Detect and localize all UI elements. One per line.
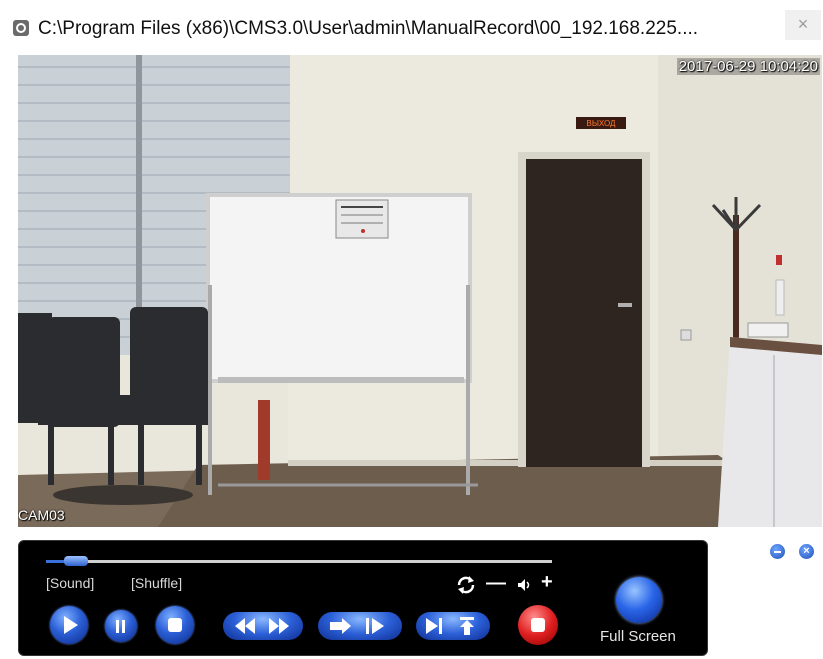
progress-slider[interactable] (46, 556, 552, 566)
window-title: C:\Program Files (x86)\CMS3.0\User\admin… (38, 18, 699, 39)
exit-sign: ВЫХОД (587, 119, 617, 128)
rewind-fastforward-group (223, 612, 303, 640)
frame-next-icon[interactable] (426, 618, 442, 634)
stop-button[interactable] (156, 606, 194, 644)
pause-button[interactable] (105, 610, 137, 642)
full-screen-button[interactable] (616, 577, 662, 623)
step-back-icon[interactable] (330, 618, 351, 634)
volume-down-button[interactable]: — (486, 572, 506, 595)
app-record-icon (13, 20, 29, 36)
refresh-icon[interactable] (455, 575, 477, 595)
record-button[interactable] (518, 605, 558, 645)
speaker-icon (518, 579, 530, 591)
sound-toggle[interactable]: [Sound] (46, 575, 94, 591)
step-group (318, 612, 402, 640)
rewind-icon[interactable] (235, 618, 255, 634)
video-timestamp: 2017-06-29 10:04:20 (676, 58, 820, 75)
upload-icon[interactable] (460, 617, 474, 635)
title-bar: C:\Program Files (x86)\CMS3.0\User\admin… (0, 0, 823, 55)
fast-forward-icon[interactable] (269, 618, 289, 634)
volume-up-button[interactable]: + (541, 571, 553, 594)
progress-thumb[interactable] (64, 556, 89, 566)
full-screen-label[interactable]: Full Screen (600, 628, 676, 645)
play-button[interactable] (50, 606, 88, 644)
camera-label: CAM03 (18, 507, 65, 523)
pause-icon (116, 620, 125, 633)
window-close-button[interactable]: × (785, 10, 821, 40)
step-forward-icon[interactable] (366, 618, 384, 634)
shuffle-toggle[interactable]: [Shuffle] (131, 575, 182, 591)
play-icon (64, 616, 78, 634)
record-icon (531, 618, 545, 632)
stop-icon (168, 618, 182, 632)
panel-close-button[interactable]: × (799, 544, 814, 559)
frame-group (416, 612, 490, 640)
video-frame[interactable]: ВЫХОД 2017-06-29 10:04:20 CAM03 (18, 55, 822, 527)
camera-scene: ВЫХОД (18, 55, 822, 527)
panel-minimize-button[interactable] (770, 544, 785, 559)
